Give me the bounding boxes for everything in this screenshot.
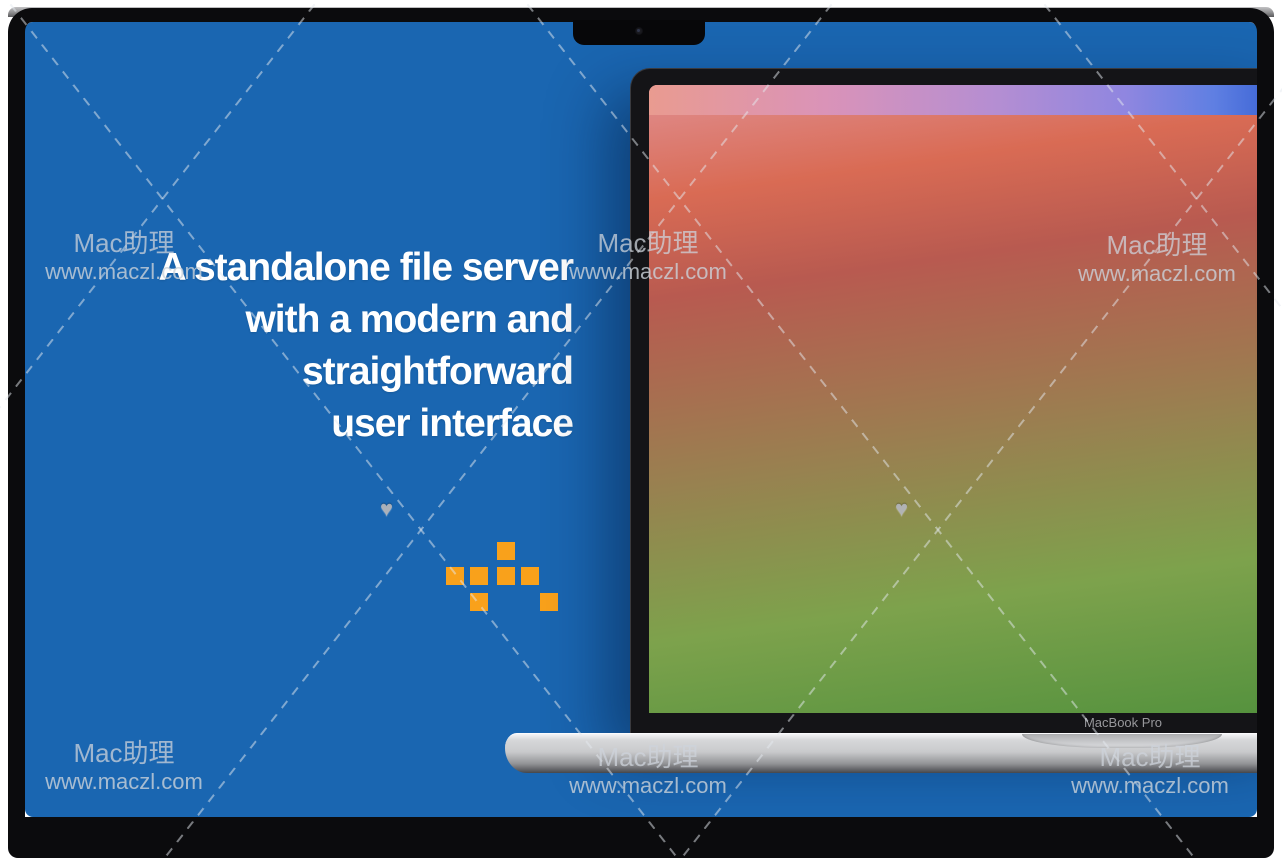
logo-pixel — [540, 593, 558, 611]
wallpaper-gradient-strip — [649, 85, 1257, 115]
headline: A standalone file server with a modern a… — [158, 246, 574, 445]
inner-macbook-deck — [505, 733, 1257, 773]
inner-macbook-frame: Transfer ~/Transfer Name ^ Kind 217_aug1… — [630, 68, 1257, 735]
camera-notch — [573, 20, 705, 45]
logo-pixel — [446, 567, 464, 585]
device-label: MacBook Pro — [1083, 715, 1163, 730]
deck-opening-indent — [1022, 734, 1222, 748]
marketing-screenshot: A standalone file server with a modern a… — [0, 0, 1282, 858]
camera-icon — [635, 27, 643, 35]
logo-pixel — [521, 567, 539, 585]
logo-pixel — [497, 567, 515, 585]
logo-pixel — [470, 593, 488, 611]
logo-pixel — [497, 542, 515, 560]
outer-macbook-lid-edge — [8, 7, 1274, 17]
outer-macbook-screen: A standalone file server with a modern a… — [25, 22, 1257, 817]
logo-pixel — [470, 567, 488, 585]
inner-macbook-wallpaper: Transfer ~/Transfer Name ^ Kind 217_aug1… — [649, 85, 1257, 713]
